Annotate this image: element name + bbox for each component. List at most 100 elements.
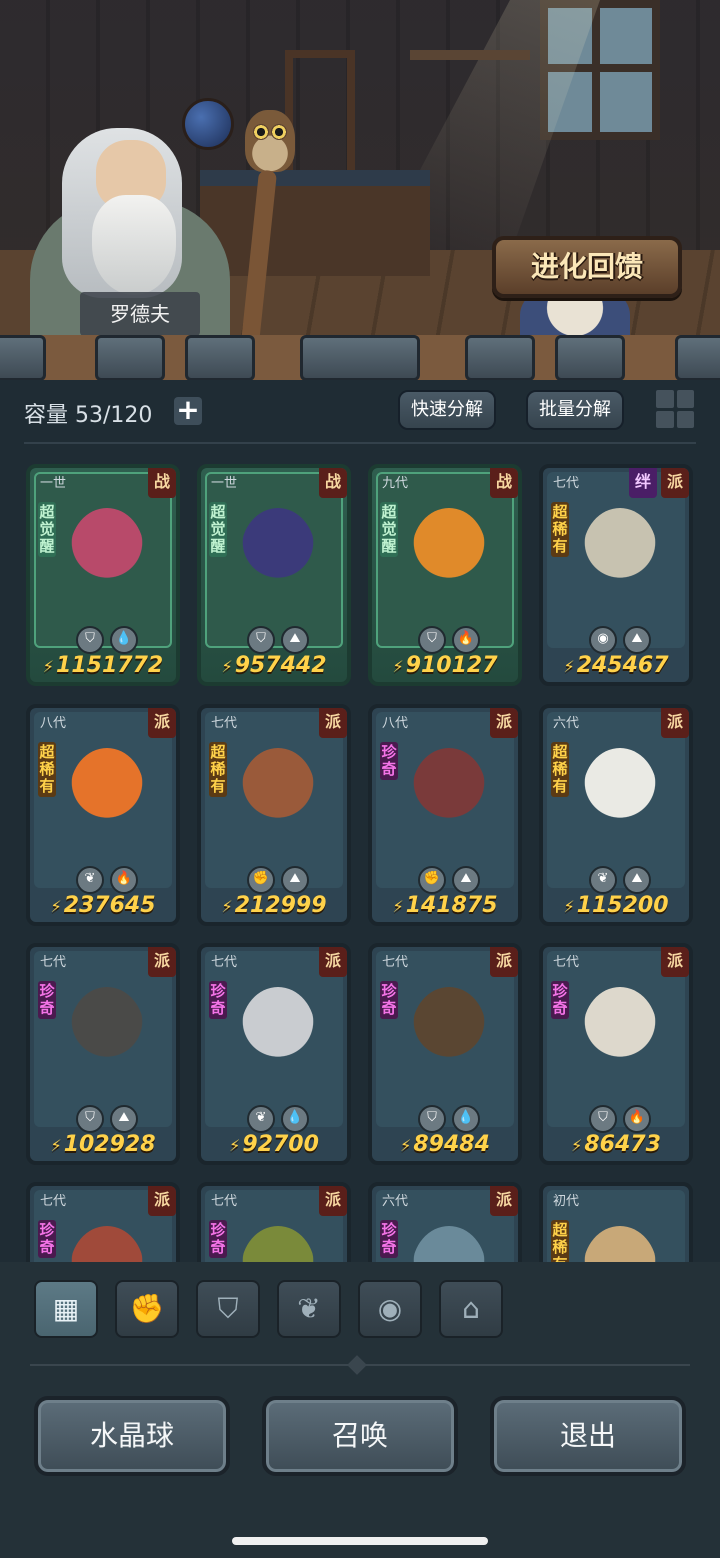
card-tag: 派 — [661, 708, 689, 738]
element-icon: ⛉ — [589, 1105, 617, 1133]
element-icon: ⛉ — [76, 1105, 104, 1133]
quick-decompose-button[interactable]: 快速分解 — [398, 390, 496, 430]
home-indicator — [232, 1537, 488, 1545]
creature-portrait — [70, 508, 144, 594]
grid-view-icon[interactable] — [656, 390, 694, 428]
element-icon: ⛉ — [418, 1105, 446, 1133]
card-tag: 派 — [148, 1186, 176, 1216]
card-rarity: 超稀有 — [551, 502, 569, 557]
card-tag: 派 — [490, 947, 518, 977]
card-generation: 七代 — [211, 955, 238, 970]
card-rarity: 超觉醒 — [380, 502, 398, 557]
filter-fist-icon[interactable]: ✊ — [115, 1280, 179, 1338]
card-rarity: 珍奇 — [380, 742, 398, 780]
element-icon: ❦ — [589, 866, 617, 894]
element-icon: ◉ — [589, 626, 617, 654]
chair — [285, 50, 355, 170]
card-generation: 九代 — [382, 476, 409, 491]
card-rarity: 珍奇 — [380, 981, 398, 1019]
creature-portrait — [583, 748, 657, 834]
filter-all-icon[interactable]: ▦ — [34, 1280, 98, 1338]
monster-card[interactable]: 九代 战超觉醒 ⛉🔥910127 — [368, 464, 522, 686]
card-power: 237645 — [30, 893, 176, 918]
monster-card[interactable]: 七代 派珍奇 — [197, 1182, 351, 1262]
card-tag: 绊 — [629, 468, 657, 498]
monster-card[interactable]: 七代 派珍奇 ⛉💧89484 — [368, 943, 522, 1165]
card-rarity: 超觉醒 — [209, 502, 227, 557]
card-tag: 派 — [661, 947, 689, 977]
card-power: 102928 — [30, 1132, 176, 1157]
monster-card[interactable]: 初代超稀有 — [539, 1182, 693, 1262]
card-tag: 派 — [490, 1186, 518, 1216]
monster-card[interactable]: 六代 派超稀有 ❦⛰115200 — [539, 704, 693, 926]
element-icon: 🔥 — [110, 866, 138, 894]
element-icon: ⛰ — [452, 866, 480, 894]
card-generation: 一世 — [211, 476, 238, 491]
filter-shield-icon[interactable]: ⛉ — [196, 1280, 260, 1338]
monster-card[interactable]: 六代 派珍奇 — [368, 1182, 522, 1262]
monster-card[interactable]: 七代 派珍奇 — [26, 1182, 180, 1262]
owl-icon — [245, 110, 295, 172]
creature-portrait — [241, 987, 315, 1073]
element-icon: 💧 — [110, 626, 138, 654]
card-generation: 七代 — [211, 716, 238, 731]
evolve-feedback-button[interactable]: 进化回馈 — [492, 236, 682, 298]
monster-card[interactable]: 七代 派珍奇 ❦💧92700 — [197, 943, 351, 1165]
npc-name-plate: 罗德夫 — [80, 292, 200, 336]
element-icon: ❦ — [247, 1105, 275, 1133]
card-tag: 派 — [661, 468, 689, 498]
card-tag: 派 — [319, 1186, 347, 1216]
monster-card[interactable]: 七代 派绊超稀有 ◉⛰245467 — [539, 464, 693, 686]
monster-card[interactable]: 八代 派珍奇 ✊⛰141875 — [368, 704, 522, 926]
card-tag: 派 — [490, 708, 518, 738]
monster-card[interactable]: 一世 战超觉醒 ⛉⛰957442 — [197, 464, 351, 686]
card-tag: 战 — [490, 468, 518, 498]
element-icon: 🔥 — [452, 626, 480, 654]
element-icon: 💧 — [281, 1105, 309, 1133]
expand-capacity-button[interactable]: + — [174, 396, 202, 425]
card-generation: 六代 — [553, 716, 580, 731]
card-generation: 七代 — [553, 955, 580, 970]
card-rarity: 珍奇 — [209, 1220, 227, 1258]
element-icon: ⛰ — [281, 626, 309, 654]
element-icon: ⛉ — [418, 626, 446, 654]
element-icon: ❦ — [76, 866, 104, 894]
card-rarity: 超觉醒 — [38, 502, 56, 557]
card-generation: 六代 — [382, 1194, 409, 1209]
card-power: 910127 — [372, 653, 518, 678]
element-icon: ⛰ — [623, 866, 651, 894]
card-rarity: 超稀有 — [209, 742, 227, 797]
monster-card[interactable]: 一世 战超觉醒 ⛉💧1151772 — [26, 464, 180, 686]
monster-card[interactable]: 七代 派珍奇 ⛉⛰102928 — [26, 943, 180, 1165]
card-rarity: 珍奇 — [38, 981, 56, 1019]
card-power: 957442 — [201, 653, 347, 678]
monster-card[interactable]: 七代 派超稀有 ✊⛰212999 — [197, 704, 351, 926]
card-power: 141875 — [372, 893, 518, 918]
card-generation: 七代 — [40, 1194, 67, 1209]
filter-leaf-icon[interactable]: ❦ — [277, 1280, 341, 1338]
card-rarity: 珍奇 — [551, 981, 569, 1019]
card-generation: 七代 — [382, 955, 409, 970]
card-tag: 战 — [148, 468, 176, 498]
card-tag: 战 — [319, 468, 347, 498]
crystal-ball-button[interactable]: 水晶球 — [34, 1396, 230, 1476]
card-grid[interactable]: 一世战超觉醒⛉💧1151772一世战超觉醒⛉⛰957442九代战超觉醒⛉🔥910… — [0, 460, 720, 1262]
card-power: 245467 — [543, 653, 689, 678]
element-icon: ⛰ — [281, 866, 309, 894]
filter-shrine-icon[interactable]: ⌂ — [439, 1280, 503, 1338]
creature-portrait — [412, 987, 486, 1073]
card-tag: 派 — [148, 947, 176, 977]
exit-button[interactable]: 退出 — [490, 1396, 686, 1476]
card-generation: 初代 — [553, 1194, 580, 1209]
batch-decompose-button[interactable]: 批量分解 — [526, 390, 624, 430]
desk — [200, 170, 430, 276]
card-rarity: 超稀有 — [551, 1220, 569, 1262]
monster-card[interactable]: 七代 派珍奇 ⛉🔥86473 — [539, 943, 693, 1165]
monster-card[interactable]: 八代 派超稀有 ❦🔥237645 — [26, 704, 180, 926]
element-icon: ✊ — [418, 866, 446, 894]
creature-portrait — [412, 508, 486, 594]
card-tag: 派 — [319, 947, 347, 977]
filter-eye-orb-icon[interactable]: ◉ — [358, 1280, 422, 1338]
summon-button[interactable]: 召唤 — [262, 1396, 458, 1476]
card-rarity: 超稀有 — [38, 742, 56, 797]
